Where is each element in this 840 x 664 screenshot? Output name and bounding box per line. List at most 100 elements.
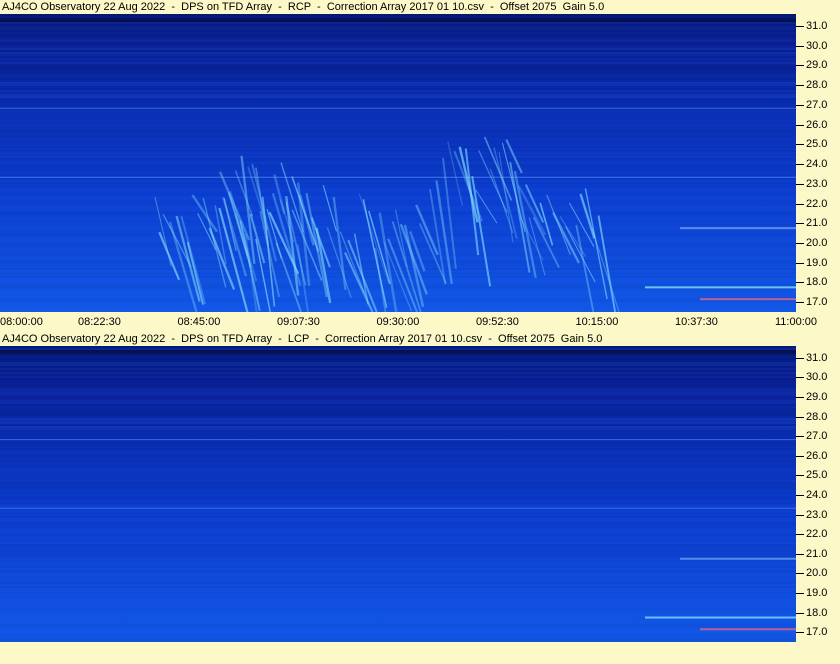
noise-band — [0, 170, 796, 172]
noise-band — [0, 182, 796, 184]
noise-band — [0, 160, 796, 162]
noise-band — [0, 308, 796, 310]
noise-band — [0, 394, 796, 396]
noise-band — [0, 130, 796, 132]
interference-line — [680, 227, 796, 230]
noise-band — [0, 242, 796, 244]
noise-band — [0, 418, 796, 420]
noise-band — [0, 346, 796, 348]
noise-band — [0, 462, 796, 464]
noise-band — [0, 34, 796, 36]
interference-line — [0, 176, 796, 178]
noise-band — [0, 302, 796, 304]
noise-band — [0, 498, 796, 500]
freq-tick-label: 25.0 — [806, 138, 828, 151]
noise-band — [0, 144, 796, 146]
noise-band — [0, 254, 796, 256]
time-tick-label: 08:22:30 — [78, 316, 121, 328]
noise-band — [0, 410, 796, 412]
noise-band — [0, 208, 796, 210]
noise-band — [0, 454, 796, 456]
noise-band — [0, 54, 796, 56]
bottom-strip — [0, 642, 840, 664]
interference-line — [0, 107, 796, 109]
noise-band — [0, 434, 796, 436]
freq-tick-label: 31.0 — [806, 19, 828, 32]
noise-band — [0, 366, 796, 368]
noise-band — [0, 146, 796, 148]
noise-band — [0, 140, 796, 142]
noise-band — [0, 540, 796, 542]
noise-band — [0, 530, 796, 532]
freq-tick — [796, 124, 804, 126]
noise-band — [0, 66, 796, 68]
interference-line — [0, 439, 796, 441]
noise-band — [0, 432, 796, 434]
lcp-frequency-axis: 31.0 30.0 29.0 28.0 27.0 26.0 25.0 24.0 23.0 22.0… — [796, 346, 840, 642]
noise-band — [0, 38, 796, 40]
freq-tick — [796, 436, 804, 438]
noise-band — [0, 36, 796, 38]
noise-band — [0, 400, 796, 402]
noise-band — [0, 552, 796, 554]
noise-band — [0, 428, 796, 430]
noise-band — [0, 232, 796, 234]
noise-band — [0, 168, 796, 170]
noise-band — [0, 362, 796, 364]
noise-band — [0, 74, 796, 76]
noise-band — [0, 376, 796, 378]
spectrogram-canvas — [0, 14, 796, 312]
noise-band — [0, 196, 796, 198]
time-axis: 08:00:00 08:22:30 08:45:00 09:07:30 09:30:00… — [0, 312, 840, 332]
noise-band — [0, 138, 796, 140]
noise-band — [0, 470, 796, 472]
freq-tick — [796, 164, 804, 165]
noise-band — [0, 450, 796, 452]
noise-band — [0, 172, 796, 174]
noise-band — [0, 32, 796, 34]
noise-band — [0, 412, 796, 414]
noise-band — [0, 630, 796, 632]
freq-tick-label: 19.0 — [806, 256, 828, 269]
noise-band — [0, 210, 796, 212]
freq-tick — [796, 632, 804, 634]
noise-band — [0, 468, 796, 470]
interference-line — [700, 628, 796, 631]
noise-band — [0, 372, 796, 374]
noise-band — [0, 426, 796, 428]
noise-band — [0, 132, 796, 134]
freq-tick — [796, 357, 804, 359]
noise-band — [0, 572, 796, 574]
freq-tick — [796, 85, 804, 86]
noise-band — [0, 70, 796, 72]
noise-band — [0, 348, 796, 350]
freq-tick-label: 24.0 — [806, 489, 828, 501]
time-tick-label: 08:00:00 — [0, 316, 43, 328]
interference-line — [645, 286, 796, 289]
freq-tick — [796, 282, 804, 284]
freq-tick-label: 22.0 — [806, 197, 828, 210]
noise-band — [0, 80, 796, 82]
freq-tick — [796, 104, 804, 106]
noise-band — [0, 226, 796, 228]
noise-band — [0, 112, 796, 114]
noise-band — [0, 402, 796, 404]
noise-band — [0, 466, 796, 468]
noise-band — [0, 504, 796, 506]
freq-tick-label: 20.0 — [806, 236, 828, 249]
noise-band — [0, 116, 796, 118]
interference-line — [700, 298, 796, 301]
noise-band — [0, 142, 796, 144]
noise-band — [0, 626, 796, 628]
freq-tick-label: 28.0 — [806, 79, 828, 91]
rcp-spectrogram — [0, 14, 796, 312]
noise-band — [0, 422, 796, 424]
noise-band — [0, 474, 796, 476]
noise-band — [0, 268, 796, 270]
noise-band — [0, 158, 796, 160]
noise-band — [0, 280, 796, 282]
freq-tick-label: 30.0 — [806, 39, 828, 52]
noise-band — [0, 104, 796, 106]
noise-band — [0, 584, 796, 586]
noise-band — [0, 396, 796, 398]
